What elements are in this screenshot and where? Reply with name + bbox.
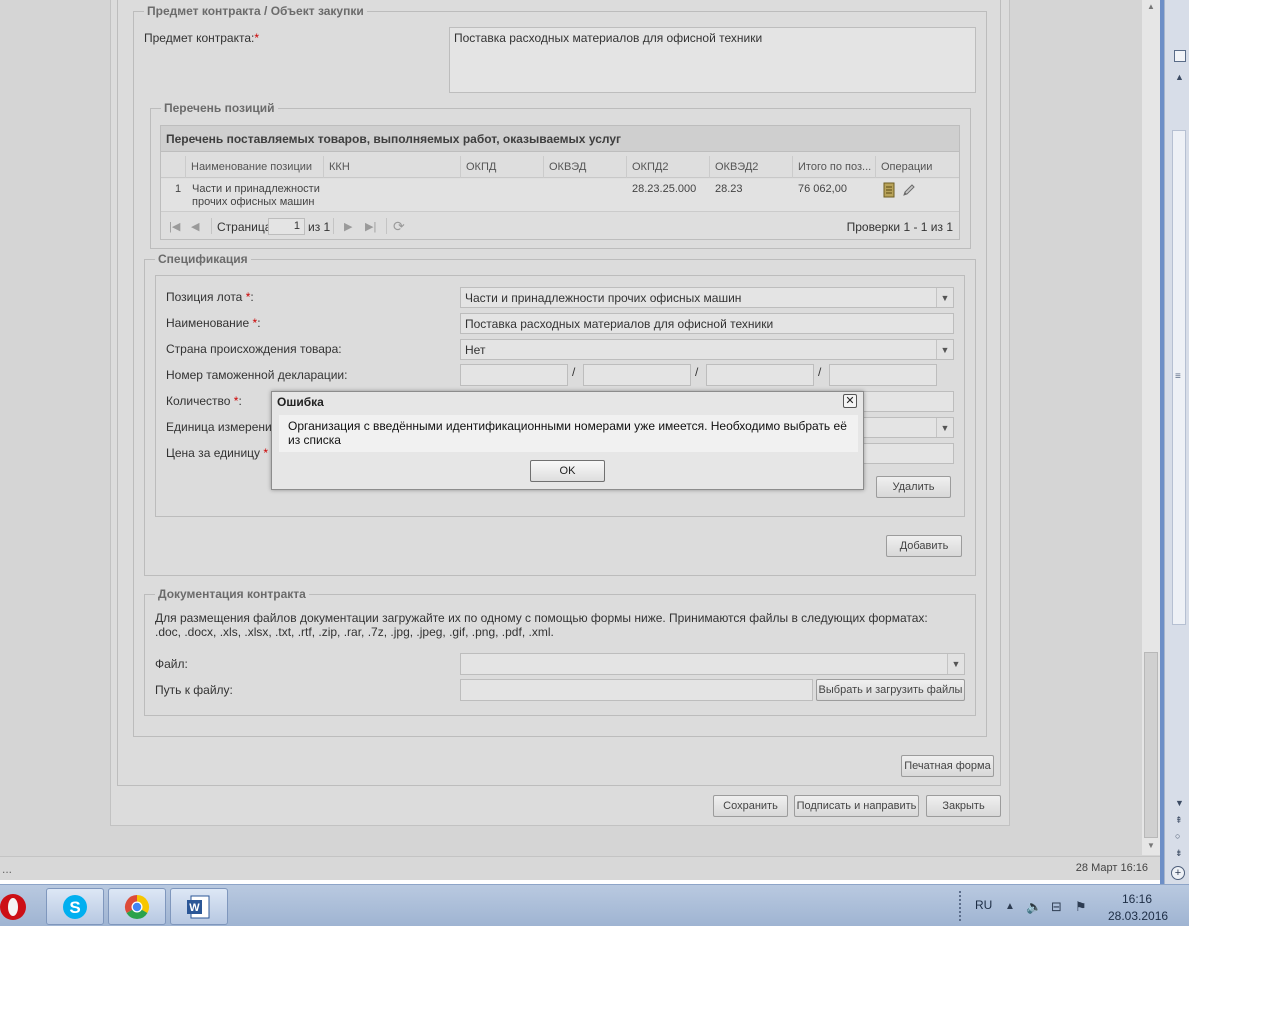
network-icon[interactable]: ⊟ [1051,899,1062,915]
scroll-down-arrow-icon[interactable]: ▼ [1175,798,1184,808]
next-page-icon[interactable]: ⇟ [1175,848,1183,859]
clock-time[interactable]: 16:16 [1122,892,1152,906]
side-scroll-track[interactable]: ≡ [1172,130,1186,625]
previous-page-icon[interactable]: ⇞ [1175,815,1183,826]
browse-object-icon[interactable]: ○ [1175,831,1180,841]
zoom-in-icon[interactable]: + [1171,866,1185,880]
word-icon: W [187,895,210,918]
svg-text:S: S [69,898,80,917]
tray-grip [959,891,962,921]
svg-text:W: W [189,902,200,914]
status-dots: ... [2,862,13,876]
action-center-flag-icon[interactable]: ⚑ [1075,899,1087,915]
status-bar: ... 28 Март 16:16 [0,856,1162,880]
dialog-title: Ошибка [277,395,324,409]
clock-date[interactable]: 28.03.2016 [1108,909,1168,923]
chrome-icon [124,894,150,919]
close-icon[interactable]: ✕ [843,394,857,408]
word-app-button[interactable]: W [170,888,228,925]
ruler-toggle-icon[interactable] [1174,50,1186,62]
scroll-up-arrow-icon[interactable]: ▲ [1175,72,1184,82]
volume-icon[interactable]: 🔈 [1026,899,1042,915]
chrome-app-button[interactable] [108,888,166,925]
scrollbar-thumb[interactable] [1144,652,1158,838]
taskbar: S W RU ▲ 🔈 ⊟ ⚑ 16:16 28.03.2016 [0,884,1189,926]
opera-app-button[interactable] [0,888,32,925]
error-dialog: Ошибка ✕ Организация с введёнными иденти… [271,391,864,490]
skype-icon: S [63,894,87,919]
scroll-down-icon[interactable]: ▼ [1147,841,1155,850]
dialog-message: Организация с введёнными идентификационн… [279,415,858,452]
status-date: 28 Март 16:16 [1075,862,1148,874]
language-indicator[interactable]: RU [975,898,992,912]
skype-app-button[interactable]: S [46,888,104,925]
ok-button[interactable]: OK [530,460,605,482]
show-hidden-icons-icon[interactable]: ▲ [1005,901,1015,912]
scroll-grip-icon: ≡ [1175,371,1181,382]
opera-icon [0,893,26,920]
scroll-up-icon[interactable]: ▲ [1147,2,1155,11]
